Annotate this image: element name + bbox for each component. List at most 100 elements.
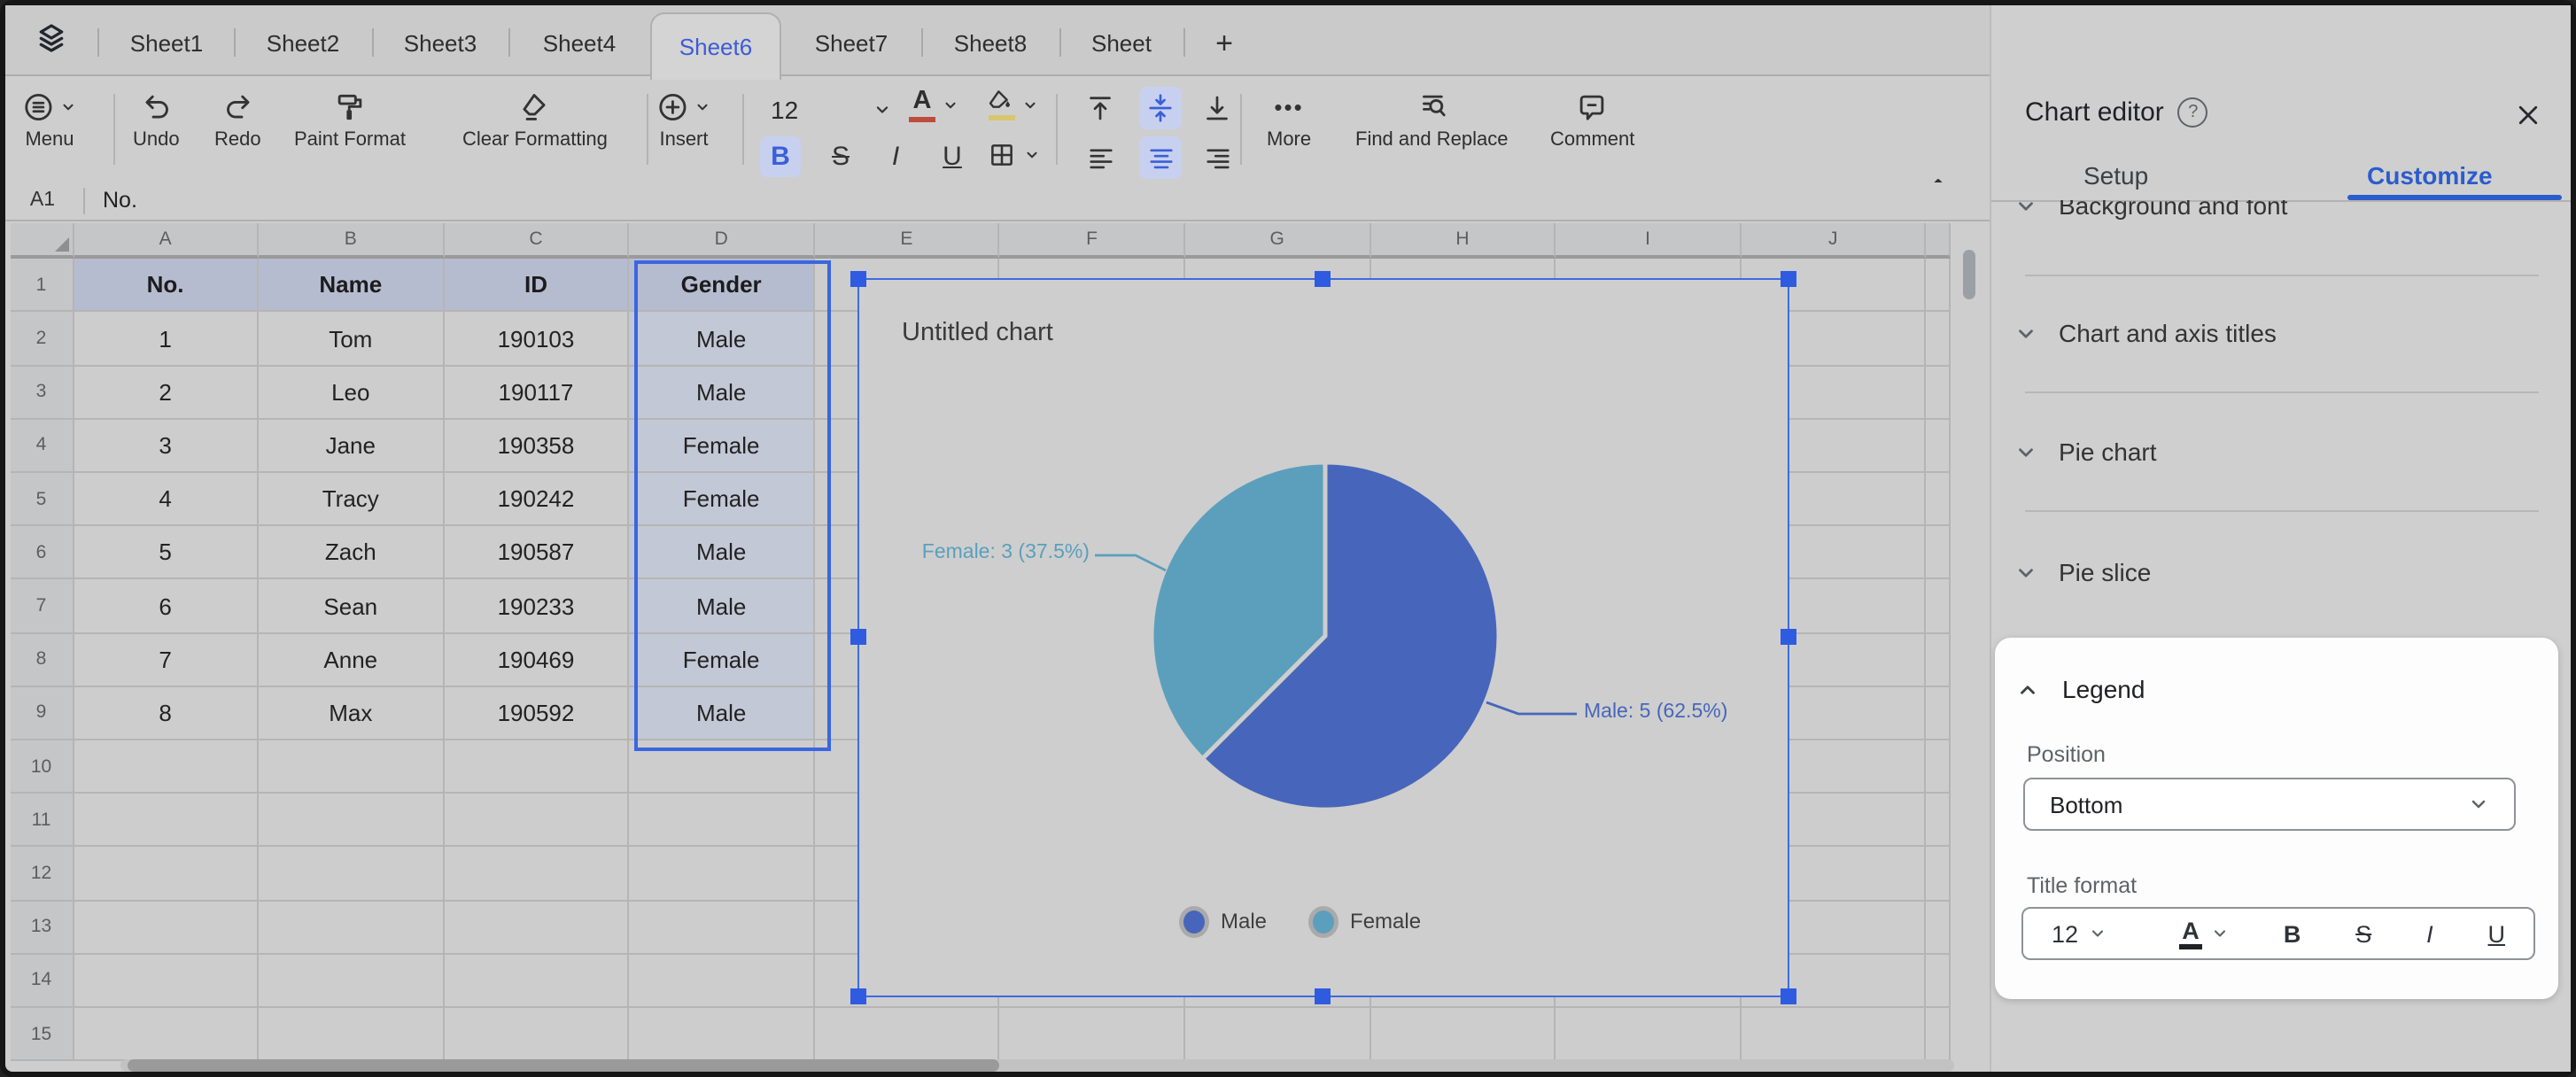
- legend-position-select[interactable]: Bottom: [2023, 778, 2516, 831]
- column-header[interactable]: F: [1000, 223, 1185, 260]
- cell[interactable]: [444, 954, 629, 1007]
- cell[interactable]: [74, 901, 259, 954]
- cell[interactable]: Max: [259, 687, 444, 740]
- find-and-replace-button[interactable]: Find and Replace: [1355, 90, 1508, 151]
- cell[interactable]: [630, 901, 815, 954]
- cell[interactable]: [444, 1008, 629, 1061]
- cell[interactable]: [259, 794, 444, 847]
- cell[interactable]: [74, 740, 259, 794]
- cell[interactable]: Jane: [259, 420, 444, 473]
- tab-sheet8[interactable]: Sheet8: [925, 12, 1056, 74]
- formula-input[interactable]: No.: [103, 182, 137, 218]
- cell[interactable]: [259, 740, 444, 794]
- cell[interactable]: [74, 954, 259, 1007]
- cell[interactable]: [630, 1008, 815, 1061]
- cell[interactable]: 3: [74, 420, 259, 473]
- horizontal-align-left-button[interactable]: [1079, 136, 1121, 179]
- column-header[interactable]: I: [1556, 223, 1742, 260]
- row-header[interactable]: 10: [11, 740, 74, 794]
- cell-partial[interactable]: [1927, 260, 1951, 313]
- chart-handle-top-mid[interactable]: [1315, 271, 1331, 287]
- format-underline-button[interactable]: U: [2488, 920, 2506, 947]
- comment-button[interactable]: Comment: [1550, 90, 1634, 151]
- redo-button[interactable]: Redo: [214, 90, 261, 151]
- vertical-align-middle-button[interactable]: [1139, 87, 1182, 129]
- cell[interactable]: Male: [630, 526, 815, 579]
- chart-handle-left-mid[interactable]: [850, 629, 866, 645]
- cell[interactable]: [1742, 1008, 1927, 1061]
- cell[interactable]: [259, 848, 444, 901]
- cell-partial[interactable]: [1927, 848, 1951, 901]
- row-header[interactable]: 13: [11, 901, 74, 954]
- cell[interactable]: 2: [74, 366, 259, 419]
- cell-partial[interactable]: [1927, 473, 1951, 526]
- more-button[interactable]: ••• More: [1267, 90, 1311, 151]
- format-italic-button[interactable]: I: [2426, 920, 2433, 947]
- cell[interactable]: Tracy: [259, 473, 444, 526]
- legend-item-female[interactable]: Female: [1313, 909, 1421, 934]
- name-box[interactable]: A1: [5, 182, 80, 218]
- cell[interactable]: 190242: [444, 473, 629, 526]
- row-header[interactable]: 4: [11, 420, 74, 473]
- cell[interactable]: 190358: [444, 420, 629, 473]
- tab-sheet1[interactable]: Sheet1: [103, 12, 230, 74]
- vertical-align-bottom-button[interactable]: [1196, 87, 1238, 129]
- cell[interactable]: Male: [630, 687, 815, 740]
- cell[interactable]: [1370, 1008, 1556, 1061]
- cell[interactable]: Zach: [259, 526, 444, 579]
- cell[interactable]: [444, 901, 629, 954]
- cell[interactable]: 4: [74, 473, 259, 526]
- chart-handle-top-right[interactable]: [1781, 271, 1796, 287]
- row-header[interactable]: 1: [11, 260, 74, 313]
- section-pie-chart[interactable]: Pie chart: [2014, 438, 2157, 466]
- cell[interactable]: 190117: [444, 366, 629, 419]
- row-header[interactable]: 3: [11, 366, 74, 419]
- tab-setup[interactable]: Setup: [2083, 161, 2148, 190]
- row-header[interactable]: 8: [11, 633, 74, 686]
- section-background-and-font[interactable]: Background and font: [2014, 200, 2553, 250]
- cell[interactable]: Female: [630, 473, 815, 526]
- undo-button[interactable]: Undo: [133, 90, 180, 151]
- cell[interactable]: 5: [74, 526, 259, 579]
- cell[interactable]: [444, 794, 629, 847]
- chart-handle-top-left[interactable]: [850, 271, 866, 287]
- paint-format-button[interactable]: Paint Format: [294, 90, 406, 151]
- cell-partial[interactable]: [1927, 366, 1951, 419]
- cell-partial[interactable]: [1927, 1008, 1951, 1061]
- menu-button[interactable]: Menu: [23, 90, 76, 151]
- cell[interactable]: [630, 794, 815, 847]
- cell[interactable]: 190103: [444, 313, 629, 366]
- insert-button[interactable]: Insert: [657, 90, 710, 151]
- cell-partial[interactable]: [1927, 954, 1951, 1007]
- tab-sheet7[interactable]: Sheet7: [785, 12, 918, 74]
- underline-button[interactable]: U: [932, 136, 973, 177]
- tab-sheet4[interactable]: Sheet4: [512, 12, 647, 74]
- chart-handle-bottom-left[interactable]: [850, 988, 866, 1004]
- strikethrough-button[interactable]: S: [820, 136, 861, 177]
- cell[interactable]: Female: [630, 633, 815, 686]
- cell[interactable]: [74, 1008, 259, 1061]
- cell[interactable]: Male: [630, 580, 815, 633]
- cell[interactable]: [630, 848, 815, 901]
- cell[interactable]: [259, 954, 444, 1007]
- add-sheet-button[interactable]: +: [1189, 12, 1260, 74]
- column-header[interactable]: E: [815, 223, 1000, 260]
- cell[interactable]: [630, 740, 815, 794]
- column-header[interactable]: J: [1742, 223, 1927, 260]
- row-header[interactable]: 15: [11, 1008, 74, 1061]
- sheets-stack-icon[interactable]: [28, 16, 74, 62]
- cell[interactable]: Name: [259, 260, 444, 313]
- cell[interactable]: 1: [74, 313, 259, 366]
- cell[interactable]: [444, 740, 629, 794]
- column-header[interactable]: A: [74, 223, 259, 260]
- section-chart-and-axis-titles[interactable]: Chart and axis titles: [2014, 319, 2277, 347]
- cell[interactable]: Male: [630, 366, 815, 419]
- cell-partial[interactable]: [1927, 794, 1951, 847]
- cell-partial[interactable]: [1927, 901, 1951, 954]
- close-panel-icon[interactable]: [2512, 99, 2544, 131]
- cell[interactable]: [74, 794, 259, 847]
- tab-sheet6-active[interactable]: Sheet6: [650, 12, 781, 80]
- cell[interactable]: Gender: [630, 260, 815, 313]
- column-header-partial[interactable]: [1927, 223, 1951, 260]
- cell[interactable]: [1000, 1008, 1185, 1061]
